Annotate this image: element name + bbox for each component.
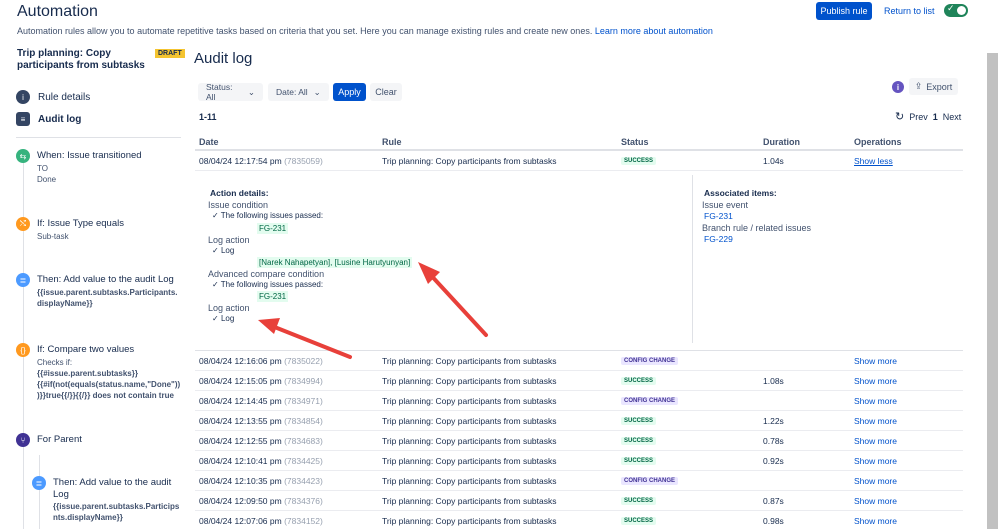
- vertical-scrollbar[interactable]: [987, 53, 998, 529]
- annotation-arrow: [258, 318, 352, 359]
- annotation-arrows: [258, 262, 488, 359]
- annotation-arrow: [418, 262, 488, 337]
